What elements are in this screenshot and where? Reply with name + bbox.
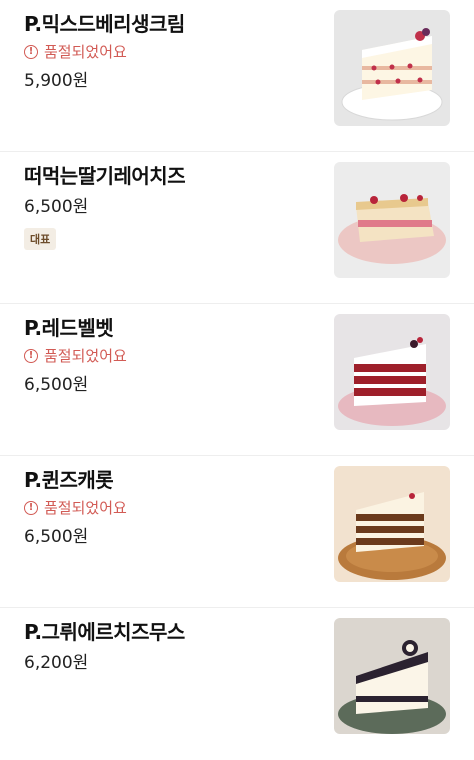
soldout-label: 품절되었어요: [44, 43, 127, 61]
menu-item[interactable]: P.믹스드베리생크림 ! 품절되었어요 5,900원: [0, 0, 474, 152]
menu-item-price: 6,500원: [24, 375, 89, 395]
menu-item-name: P.믹스드베리생크림: [24, 12, 185, 36]
menu-item-price: 5,900원: [24, 71, 89, 91]
soldout-status: ! 품절되었어요: [24, 498, 334, 518]
menu-item[interactable]: 떠먹는딸기레어치즈 6,500원 대표: [0, 152, 474, 304]
soldout-status: ! 품절되었어요: [24, 42, 334, 62]
menu-item-name: P.그뤼에르치즈무스: [24, 620, 185, 644]
menu-item-info: P.퀸즈캐롯 ! 품절되었어요 6,500원: [24, 468, 334, 548]
soldout-label: 품절되었어요: [44, 499, 127, 517]
menu-item-info: 떠먹는딸기레어치즈 6,500원 대표: [24, 164, 334, 250]
menu-item-price: 6,500원: [24, 197, 89, 217]
soldout-label: 품절되었어요: [44, 347, 127, 365]
menu-item-info: P.레드벨벳 ! 품절되었어요 6,500원: [24, 316, 334, 396]
alert-icon: !: [24, 501, 38, 515]
menu-list: P.믹스드베리생크림 ! 품절되었어요 5,900원 떠먹는딸기레어치즈 6,5…: [0, 0, 474, 760]
menu-item[interactable]: P.레드벨벳 ! 품절되었어요 6,500원: [0, 304, 474, 456]
cake-image-strawberry-cheese[interactable]: [334, 162, 450, 278]
cake-image-red-velvet[interactable]: [334, 314, 450, 430]
menu-item-name: P.퀸즈캐롯: [24, 468, 114, 492]
menu-item-name: 떠먹는딸기레어치즈: [24, 164, 186, 188]
cake-image-carrot[interactable]: [334, 466, 450, 582]
menu-item-info: P.믹스드베리생크림 ! 품절되었어요 5,900원: [24, 12, 334, 92]
menu-item-name: P.레드벨벳: [24, 316, 114, 340]
alert-icon: !: [24, 349, 38, 363]
menu-item-info: P.그뤼에르치즈무스 6,200원: [24, 620, 334, 674]
cake-image-cheese-mousse[interactable]: [334, 618, 450, 734]
menu-item-price: 6,500원: [24, 527, 89, 547]
menu-item[interactable]: P.그뤼에르치즈무스 6,200원: [0, 608, 474, 760]
alert-icon: !: [24, 45, 38, 59]
soldout-status: ! 품절되었어요: [24, 346, 334, 366]
cake-image-strawberry-cream[interactable]: [334, 10, 450, 126]
menu-item-price: 6,200원: [24, 653, 89, 673]
menu-item[interactable]: P.퀸즈캐롯 ! 품절되었어요 6,500원: [0, 456, 474, 608]
signature-badge: 대표: [24, 228, 57, 250]
